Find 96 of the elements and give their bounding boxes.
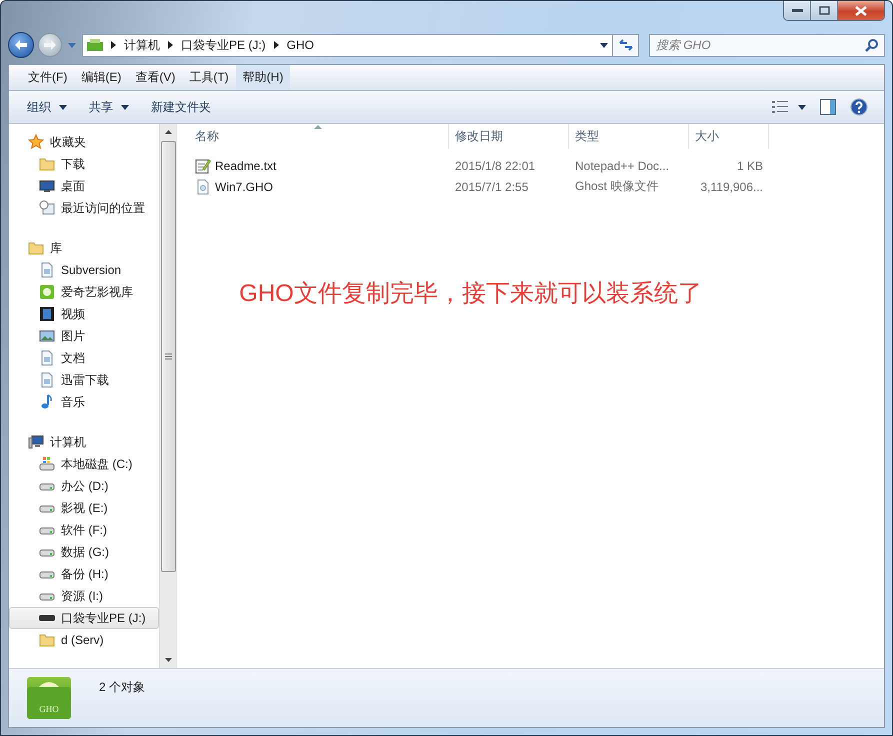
sidebar-group[interactable]: 计算机 (50, 434, 86, 450)
folder-icon (39, 632, 55, 648)
sidebar-item[interactable]: 图片 (9, 325, 159, 347)
close-button[interactable] (838, 1, 884, 20)
search-icon (865, 38, 878, 52)
help-icon (850, 98, 868, 116)
film-icon (39, 306, 55, 322)
sidebar-item[interactable]: Subversion (9, 259, 159, 281)
monitor-icon (39, 178, 55, 194)
file-name[interactable]: Win7.GHO (215, 180, 274, 194)
sidebar-item[interactable]: 视频 (9, 303, 159, 325)
chevron-icon (168, 41, 173, 49)
caret-icon (798, 104, 806, 110)
document-icon (39, 350, 55, 366)
icon-label: GHO (39, 704, 59, 714)
table-cell-text: Ghost 映像文件 (574, 178, 660, 195)
toolbar-button[interactable]: 组织 (17, 94, 77, 120)
menu-item[interactable]: 帮助(H) (236, 65, 290, 90)
sidebar-item[interactable]: 下载 (9, 153, 159, 175)
back-button[interactable] (8, 32, 34, 58)
column-header[interactable]: 大小 (689, 124, 769, 149)
table-cell-text: 2015/7/1 2:55 (454, 180, 530, 194)
scrollbar[interactable] (159, 124, 176, 668)
sort-arrow-icon (314, 125, 322, 129)
file-name[interactable]: Readme.txt (215, 158, 276, 172)
back-arrow-icon (14, 39, 28, 51)
annotation-text: GHO文件复制完毕，接下来就可以装系统了 (239, 279, 702, 309)
document-icon (39, 372, 55, 388)
grip-icon (164, 353, 172, 360)
search-field[interactable]: 搜索 GHO (649, 34, 885, 56)
menu-item[interactable]: 工具(T) (182, 65, 236, 90)
removable-drive-icon (39, 615, 55, 621)
folder-icon (27, 677, 71, 719)
menu-item[interactable]: 文件(F) (21, 65, 74, 90)
sidebar-item[interactable]: 软件 (F:) (9, 519, 159, 541)
sidebar-item[interactable]: 爱奇艺影视库 (9, 281, 159, 303)
sidebar-item[interactable]: 办公 (D:) (9, 475, 159, 497)
sidebar-item[interactable]: 最近访问的位置 (9, 197, 159, 219)
sidebar-item[interactable]: 影视 (E:) (9, 497, 159, 519)
sidebar-item[interactable]: 迅雷下载 (9, 369, 159, 391)
music-note-icon (39, 394, 55, 410)
chevron-icon (111, 41, 116, 49)
drive-icon (87, 39, 103, 51)
app-icon (39, 284, 55, 300)
table-cell-text: 2015/1/8 22:01 (454, 158, 536, 172)
dropdown-icon[interactable] (600, 42, 608, 48)
forward-arrow-icon (43, 39, 57, 51)
star-icon (28, 134, 44, 150)
system-drive-icon (39, 456, 55, 472)
scroll-down-icon[interactable] (164, 658, 172, 662)
document-icon (39, 262, 55, 278)
breadcrumb-item[interactable]: 口袋专业PE (J:) (181, 36, 266, 54)
table-cell-text: 1 KB (736, 158, 764, 172)
table-cell-text: 3,119,906... (700, 180, 764, 194)
sidebar-item[interactable]: 音乐 (9, 391, 159, 413)
minimize-button[interactable] (784, 1, 811, 20)
close-icon (855, 6, 867, 16)
scroll-up-icon[interactable] (164, 130, 172, 134)
notepad-icon (195, 158, 211, 174)
file-icon (195, 178, 211, 194)
chevron-icon (274, 41, 279, 49)
maximize-icon (818, 6, 830, 15)
minimize-icon (792, 9, 802, 12)
sidebar-group[interactable]: 库 (50, 240, 62, 256)
maximize-button[interactable] (811, 1, 838, 20)
sidebar-item[interactable]: 数据 (G:) (9, 541, 159, 563)
table-cell-text: Notepad++ Doc... (574, 158, 670, 172)
sidebar-item[interactable]: 口袋专业PE (J:) (9, 607, 159, 629)
column-header[interactable]: 修改日期 (449, 124, 569, 149)
folder-icon (39, 156, 55, 172)
column-header[interactable]: 名称 (177, 124, 449, 149)
menu-item[interactable]: 查看(V) (128, 65, 182, 90)
computer-icon (28, 434, 44, 450)
sidebar-item[interactable]: 本地磁盘 (C:) (9, 453, 159, 475)
sidebar-item[interactable]: 桌面 (9, 175, 159, 197)
breadcrumb-item[interactable]: 计算机 (124, 36, 160, 54)
address-bar[interactable]: 计算机 口袋专业PE (J:) GHO (82, 34, 613, 56)
caret-icon (68, 42, 76, 48)
sidebar-item[interactable]: 文档 (9, 347, 159, 369)
toolbar-button[interactable]: 新建文件夹 (141, 94, 221, 120)
menu-item[interactable]: 编辑(E) (74, 65, 128, 90)
picture-icon (39, 328, 55, 344)
clock-document-icon (39, 200, 55, 216)
breadcrumb-item[interactable]: GHO (286, 38, 314, 52)
column-header[interactable]: 类型 (569, 124, 689, 149)
sidebar-item[interactable]: 备份 (H:) (9, 563, 159, 585)
list-view-icon (772, 101, 788, 113)
folder-icon (28, 240, 44, 256)
preview-pane-icon (820, 99, 836, 115)
sidebar-group[interactable]: 收藏夹 (50, 134, 86, 150)
toolbar-button[interactable]: 共享 (79, 94, 139, 120)
sidebar-item[interactable]: 资源 (I:) (9, 585, 159, 607)
refresh-button[interactable] (613, 34, 639, 56)
item-count: 2 个对象 (99, 679, 146, 696)
sidebar-item[interactable]: d (Serv) (9, 629, 159, 651)
refresh-icon (618, 38, 634, 52)
